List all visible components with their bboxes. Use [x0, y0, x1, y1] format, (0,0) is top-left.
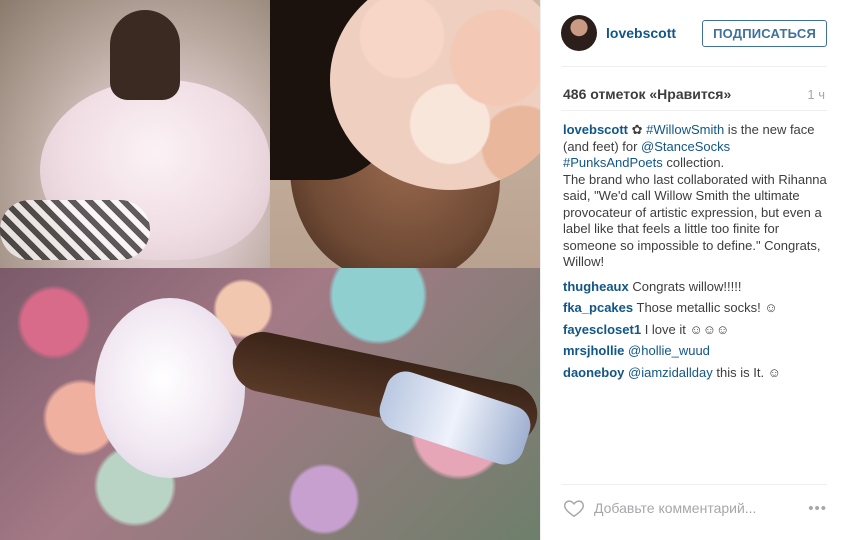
mention-stancesocks[interactable]: @StanceSocks [641, 139, 730, 154]
more-options-icon[interactable]: ••• [808, 500, 827, 517]
tulle-dress-shape [95, 298, 245, 478]
comment-username[interactable]: thugheaux [563, 279, 629, 294]
header-divider [561, 66, 827, 67]
comment-item: thugheaux Congrats willow!!!!! [563, 279, 829, 296]
caption: lovebscott ✿ #WillowSmith is the new fac… [563, 122, 829, 271]
hashtag-punksandpoets[interactable]: #PunksAndPoets [563, 155, 663, 170]
heart-icon[interactable] [563, 497, 585, 519]
likes-count[interactable]: 486 отметок «Нравится» [563, 86, 731, 102]
comment-text: this is It. ☺ [712, 364, 781, 380]
comment-text: Those metallic socks! ☺ [636, 300, 778, 315]
follow-button[interactable]: ПОДПИСАТЬСЯ [702, 19, 827, 47]
add-comment-input[interactable]: Добавьте комментарий... [594, 500, 756, 516]
flower-emoji: ✿ [631, 122, 643, 137]
post-time[interactable]: 1 ч [807, 87, 825, 102]
likes-row: 486 отметок «Нравится» 1 ч [563, 86, 825, 102]
comment-text: I love it ☺☺☺ [644, 321, 730, 337]
figure-shape [110, 10, 180, 100]
username-link[interactable]: lovebscott [606, 25, 676, 41]
instagram-post: lovebscott ПОДПИСАТЬСЯ 486 отметок «Нрав… [0, 0, 846, 540]
caption-text-3: The brand who last collaborated with Rih… [563, 171, 827, 270]
post-sidebar: lovebscott ПОДПИСАТЬСЯ 486 отметок «Нрав… [540, 0, 846, 540]
comment-item: fayescloset1 I love it ☺☺☺ [563, 322, 829, 339]
comment-text: Congrats willow!!!!! [632, 278, 742, 294]
comment-username[interactable]: fayescloset1 [563, 322, 641, 337]
sneakers-shape [0, 200, 150, 260]
photo-panel-top-left [0, 0, 270, 268]
photo-panel-top-right [270, 0, 540, 268]
hashtag-willowsmith[interactable]: #WillowSmith [646, 122, 724, 137]
comment-item: mrsjhollie @hollie_wuud [563, 343, 829, 360]
add-comment-row: Добавьте комментарий... ••• [563, 496, 827, 520]
post-photo-collage[interactable] [0, 0, 540, 540]
caption-username[interactable]: lovebscott [563, 122, 628, 137]
post-header: lovebscott ПОДПИСАТЬСЯ [561, 15, 827, 51]
footer-divider [561, 484, 827, 485]
comment-item: fka_pcakes Those metallic socks! ☺ [563, 300, 829, 317]
comment-item: daoneboy @iamzidallday this is It. ☺ [563, 365, 829, 382]
likes-divider [561, 110, 827, 111]
caption-text-2: collection. [662, 155, 725, 170]
avatar[interactable] [561, 15, 597, 51]
comment-username[interactable]: daoneboy [563, 365, 624, 380]
photo-panel-bottom [0, 268, 540, 540]
comment-mention[interactable]: @hollie_wuud [628, 343, 710, 358]
comment-username[interactable]: fka_pcakes [563, 300, 633, 315]
comments-list: lovebscott ✿ #WillowSmith is the new fac… [563, 122, 829, 386]
comment-mention[interactable]: @iamzidallday [628, 365, 713, 380]
comment-username[interactable]: mrsjhollie [563, 343, 624, 358]
